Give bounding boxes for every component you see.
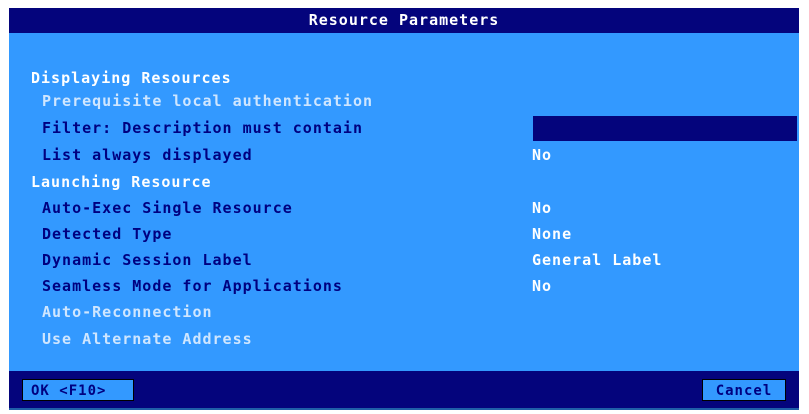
cancel-button[interactable]: Cancel (702, 379, 786, 401)
dialog-title: Resource Parameters (9, 8, 799, 33)
auto-exec-single-resource-value[interactable]: No (532, 197, 552, 219)
auto-exec-single-resource-label: Auto-Exec Single Resource (42, 199, 293, 217)
list-always-displayed-label: List always displayed (42, 146, 253, 164)
seamless-mode-value[interactable]: No (532, 275, 552, 297)
dynamic-session-label-value[interactable]: General Label (532, 249, 662, 271)
auto-reconnection-label: Auto-Reconnection (42, 303, 213, 321)
use-alternate-address-label: Use Alternate Address (42, 330, 253, 348)
prerequisite-local-authentication-label: Prerequisite local authentication (42, 92, 374, 110)
section-displaying-resources: Displaying Resources (31, 69, 232, 87)
list-always-displayed-value[interactable]: No (532, 144, 552, 166)
ok-button[interactable]: OK <F10> (22, 379, 134, 401)
detected-type-value[interactable]: None (532, 223, 572, 245)
button-bar: OK <F10> Cancel (9, 371, 799, 408)
section-launching-resource: Launching Resource (31, 173, 212, 191)
filter-description-label: Filter: Description must contain (42, 119, 363, 137)
resource-parameters-dialog: Resource Parameters Displaying Resources… (9, 8, 799, 410)
dynamic-session-label-label: Dynamic Session Label (42, 251, 253, 269)
seamless-mode-label: Seamless Mode for Applications (42, 277, 343, 295)
filter-description-input[interactable] (533, 116, 797, 141)
detected-type-label: Detected Type (42, 225, 173, 243)
